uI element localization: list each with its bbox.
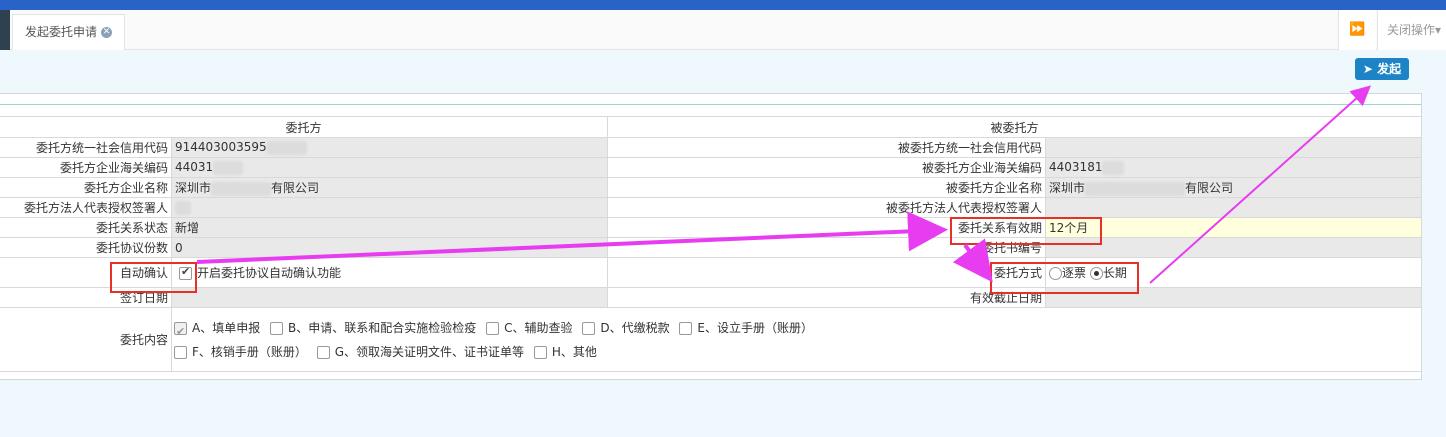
annotation-arrows xyxy=(196,85,1371,284)
arrow-to-submit xyxy=(1149,85,1371,284)
arrow-to-method xyxy=(952,238,993,283)
arrow-to-validity xyxy=(196,211,948,264)
